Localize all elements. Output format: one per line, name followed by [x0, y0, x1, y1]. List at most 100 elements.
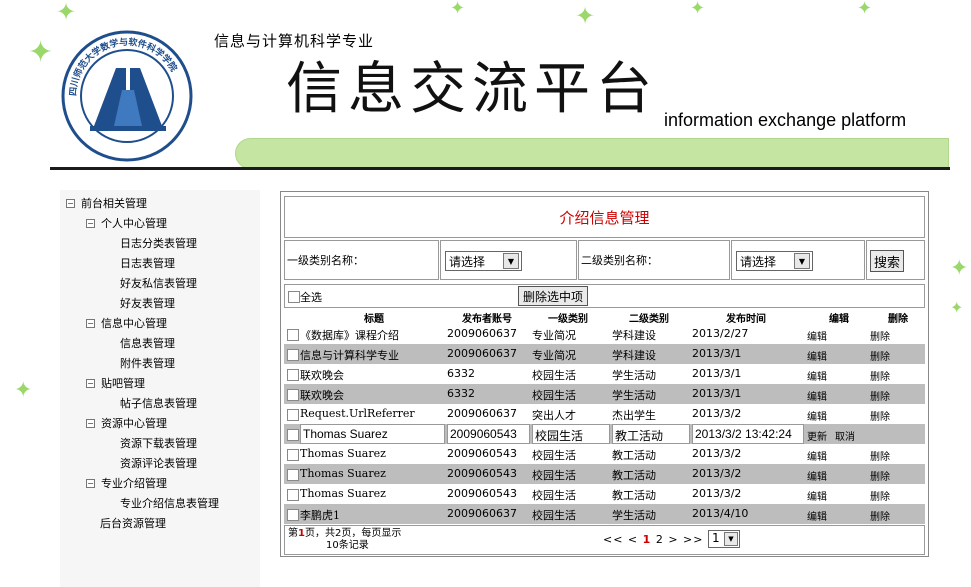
dropdown-arrow-icon[interactable]: ▼	[724, 532, 738, 546]
edit-link[interactable]: 编辑	[807, 488, 827, 503]
row-checkbox[interactable]	[287, 509, 299, 521]
row-checkbox[interactable]	[287, 369, 299, 381]
delete-link[interactable]: 删除	[870, 368, 890, 383]
row-cat1-input[interactable]: 校园生活	[532, 424, 610, 444]
collapse-icon[interactable]: −	[86, 218, 95, 228]
delete-link[interactable]: 删除	[870, 508, 890, 523]
pager-page-link[interactable]: 2	[656, 533, 664, 546]
collapse-icon[interactable]: −	[86, 318, 95, 328]
tree-node-label[interactable]: 附件表管理	[120, 355, 175, 371]
header-subtitle: 信息与计算机科学专业	[214, 32, 375, 50]
dropdown-arrow-icon[interactable]: ▼	[794, 253, 810, 269]
tree-link-log-table[interactable]: 日志表管理	[120, 255, 175, 271]
tree-link-log-category[interactable]: 日志分类表管理	[120, 235, 197, 251]
tree-node-label[interactable]: 资源下载表管理	[120, 435, 197, 451]
row-cat2: 学科建设	[612, 349, 656, 362]
edit-link[interactable]: 编辑	[807, 448, 827, 463]
tree-node-label: 个人中心管理	[101, 217, 167, 230]
row-account-input[interactable]: 2009060543	[447, 424, 530, 444]
row-time: 2013/3/1	[692, 387, 742, 400]
tree-node-major-intro[interactable]: − 专业介绍管理	[86, 475, 167, 491]
tree-node-label[interactable]: 专业介绍信息表管理	[120, 495, 219, 511]
delete-selected-button[interactable]: 删除选中项	[518, 286, 588, 306]
delete-link[interactable]: 删除	[870, 448, 890, 463]
delete-link[interactable]: 删除	[870, 408, 890, 423]
edit-link[interactable]: 编辑	[807, 468, 827, 483]
tree-node-label[interactable]: 日志表管理	[120, 255, 175, 271]
tree-node-label: 贴吧管理	[101, 377, 145, 390]
page-select[interactable]: 1 ▼	[708, 530, 740, 548]
level2-select[interactable]: 请选择 ▼	[736, 251, 813, 271]
search-button[interactable]: 搜索	[870, 250, 904, 272]
tree-node-resource-center[interactable]: − 资源中心管理	[86, 415, 167, 431]
row-checkbox[interactable]	[287, 429, 299, 441]
edit-link[interactable]: 编辑	[807, 388, 827, 403]
edit-link[interactable]: 编辑	[807, 348, 827, 363]
row-cat1: 校园生活	[532, 489, 576, 502]
delete-link[interactable]: 删除	[870, 488, 890, 503]
row-cat1: 突出人才	[532, 409, 576, 422]
row-cat1: 专业简况	[532, 349, 576, 362]
tree-node-frontend[interactable]: − 前台相关管理	[66, 195, 147, 211]
pager: << < 1 2 > >>	[603, 533, 703, 546]
collapse-icon[interactable]: −	[66, 198, 75, 208]
pager-prev-link[interactable]: << <	[603, 533, 638, 546]
pager-next-link[interactable]: > >>	[668, 533, 703, 546]
tree-node-info-center[interactable]: − 信息中心管理	[86, 315, 167, 331]
edit-link[interactable]: 编辑	[807, 408, 827, 423]
collapse-icon[interactable]: −	[86, 418, 95, 428]
delete-link[interactable]: 删除	[870, 388, 890, 403]
tree-link-post-table[interactable]: 帖子信息表管理	[120, 395, 197, 411]
row-cat2-input[interactable]: 教工活动	[612, 424, 690, 444]
delete-link[interactable]: 删除	[870, 468, 890, 483]
edit-link[interactable]: 编辑	[807, 368, 827, 383]
cancel-link[interactable]: 取消	[835, 428, 855, 443]
edit-link[interactable]: 编辑	[807, 328, 827, 343]
tree-link-info-table[interactable]: 信息表管理	[120, 335, 175, 351]
tree-link-resource-download[interactable]: 资源下载表管理	[120, 435, 197, 451]
select-all-checkbox[interactable]	[288, 291, 300, 303]
row-checkbox[interactable]	[287, 349, 299, 361]
tree-node-label[interactable]: 帖子信息表管理	[120, 395, 197, 411]
tree-node-label[interactable]: 好友表管理	[120, 295, 175, 311]
header-cat1: 一级类别	[548, 314, 588, 325]
tree-link-major-intro-table[interactable]: 专业介绍信息表管理	[120, 495, 219, 511]
collapse-icon[interactable]: −	[86, 378, 95, 388]
edit-link[interactable]: 编辑	[807, 508, 827, 523]
row-account: 2009060637	[447, 347, 517, 360]
tree-node-label[interactable]: 日志分类表管理	[120, 235, 197, 251]
update-link[interactable]: 更新	[807, 428, 827, 443]
row-title-input[interactable]: Thomas Suarez	[300, 424, 445, 444]
select-all[interactable]: 全选	[288, 289, 322, 305]
level2-select-cell: 请选择 ▼	[731, 240, 865, 280]
tree-node-label[interactable]: 资源评论表管理	[120, 455, 197, 471]
row-checkbox[interactable]	[287, 409, 299, 421]
tree-node-label[interactable]: 后台资源管理	[100, 515, 166, 531]
row-checkbox[interactable]	[287, 389, 299, 401]
row-cat1: 校园生活	[532, 449, 576, 462]
tree-link-friend-message[interactable]: 好友私信表管理	[120, 275, 197, 291]
delete-link[interactable]: 删除	[870, 328, 890, 343]
level1-select[interactable]: 请选择 ▼	[445, 251, 522, 271]
tree-link-backend-resource[interactable]: 后台资源管理	[100, 515, 166, 531]
tree-link-friend-table[interactable]: 好友表管理	[120, 295, 175, 311]
row-time-input[interactable]: 2013/3/2 13:42:24	[692, 424, 804, 444]
tree-node-label[interactable]: 好友私信表管理	[120, 275, 197, 291]
row-checkbox[interactable]	[287, 449, 299, 461]
delete-link[interactable]: 删除	[870, 348, 890, 363]
dropdown-arrow-icon[interactable]: ▼	[503, 253, 519, 269]
tree-node-label[interactable]: 信息表管理	[120, 335, 175, 351]
tree-node-personal-center[interactable]: − 个人中心管理	[86, 215, 167, 231]
tree-link-attachment-table[interactable]: 附件表管理	[120, 355, 175, 371]
row-time: 2013/3/1	[692, 367, 742, 380]
row-title: Thomas Suarez	[300, 487, 386, 500]
collapse-icon[interactable]: −	[86, 478, 95, 488]
row-checkbox[interactable]	[287, 469, 299, 481]
tree-node-label: 资源中心管理	[101, 417, 167, 430]
tree-link-resource-comment[interactable]: 资源评论表管理	[120, 455, 197, 471]
row-checkbox[interactable]	[287, 489, 299, 501]
table-row: Thomas Suarez 2009060543 校园生活 教工活动 2013/3/2 编…	[284, 464, 925, 484]
row-checkbox[interactable]	[287, 329, 299, 341]
tree-node-forum[interactable]: − 贴吧管理	[86, 375, 145, 391]
filter-row: 一级类别名称： 请选择 ▼ 二级类别名称： 请选择 ▼ 搜索	[284, 240, 925, 280]
